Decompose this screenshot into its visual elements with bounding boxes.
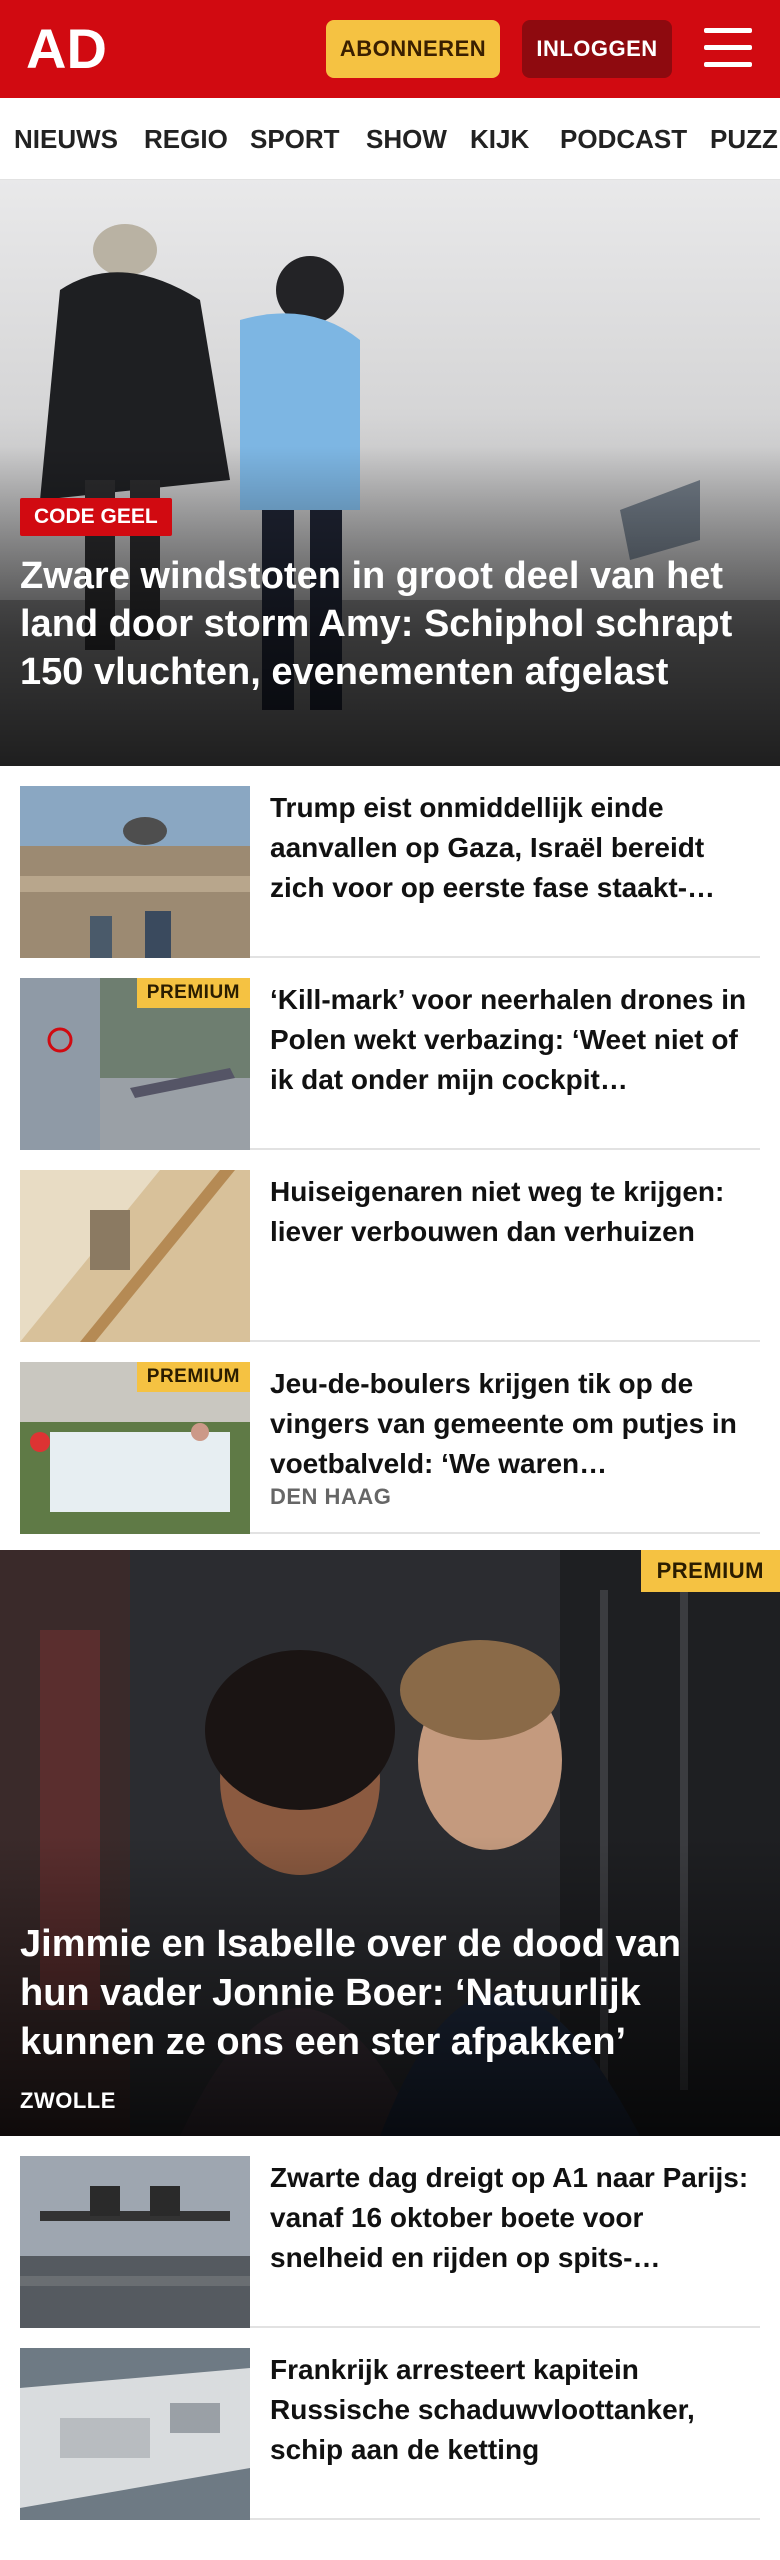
feature-title[interactable]: Jimmie en Isabelle over de dood van hun … bbox=[20, 1920, 760, 2067]
hamburger-menu-icon[interactable] bbox=[700, 24, 756, 72]
article-title[interactable]: Zwarte dag dreigt op A1 naar Parijs: van… bbox=[270, 2158, 760, 2278]
article-title[interactable]: ‘Kill-mark’ voor neerhalen drones in Pol… bbox=[270, 980, 760, 1100]
hero-article[interactable]: CODE GEEL Zware windstoten in groot deel… bbox=[0, 180, 780, 766]
list-item[interactable]: Huiseigenaren niet weg te krijgen: lieve… bbox=[20, 1150, 760, 1342]
feature-location: ZWOLLE bbox=[20, 2088, 116, 2113]
nav-item-podcast[interactable]: PODCAST bbox=[560, 124, 687, 155]
list-item[interactable]: Frankrijk arresteert kapitein Russische … bbox=[20, 2328, 760, 2520]
article-location: DEN HAAG bbox=[270, 1484, 392, 1509]
code-geel-tag: CODE GEEL bbox=[20, 498, 172, 536]
list-item[interactable]: PREMIUM Jeu-de-boulers krijgen tik op de… bbox=[20, 1342, 760, 1534]
top-header: AD ABONNEREN INLOGGEN bbox=[0, 0, 780, 98]
article-thumbnail: PREMIUM bbox=[20, 1362, 250, 1534]
subscribe-button[interactable]: ABONNEREN bbox=[326, 20, 500, 78]
article-thumbnail bbox=[20, 1170, 250, 1342]
nav-item-sport[interactable]: SPORT bbox=[250, 124, 340, 155]
article-title[interactable]: Jeu-de-boulers krijgen tik op de vingers… bbox=[270, 1364, 760, 1484]
list-item[interactable]: PREMIUM ‘Kill-mark’ voor neerhalen drone… bbox=[20, 958, 760, 1150]
article-title[interactable]: Huiseigenaren niet weg te krijgen: lieve… bbox=[270, 1172, 760, 1252]
article-title[interactable]: Trump eist onmiddellijk einde aanvallen … bbox=[270, 788, 760, 908]
logo-text: AD bbox=[26, 18, 107, 78]
premium-badge: PREMIUM bbox=[136, 1362, 250, 1392]
nav-item-kijk[interactable]: KIJK bbox=[470, 124, 529, 155]
list-item[interactable]: Trump eist onmiddellijk einde aanvallen … bbox=[20, 766, 760, 958]
article-thumbnail: PREMIUM bbox=[20, 978, 250, 1150]
nav-item-puzzel[interactable]: PUZZ bbox=[710, 124, 778, 155]
premium-badge: PREMIUM bbox=[640, 1550, 780, 1592]
article-title[interactable]: Frankrijk arresteert kapitein Russische … bbox=[270, 2350, 760, 2470]
nav-item-regio[interactable]: REGIO bbox=[144, 124, 228, 155]
article-thumbnail bbox=[20, 2156, 250, 2328]
nav-item-show[interactable]: SHOW bbox=[366, 124, 447, 155]
premium-badge: PREMIUM bbox=[136, 978, 250, 1008]
login-button[interactable]: INLOGGEN bbox=[522, 20, 672, 78]
list-item[interactable]: Zwarte dag dreigt op A1 naar Parijs: van… bbox=[20, 2136, 760, 2328]
article-thumbnail bbox=[20, 786, 250, 958]
article-thumbnail bbox=[20, 2348, 250, 2520]
hero-title[interactable]: Zware windstoten in groot deel van het l… bbox=[20, 552, 760, 696]
ad-logo[interactable]: AD bbox=[26, 17, 118, 80]
feature-article[interactable]: PREMIUM Jimmie en Isabelle over de dood … bbox=[0, 1550, 780, 2136]
nav-item-nieuws[interactable]: NIEUWS bbox=[14, 124, 118, 155]
section-nav: NIEUWS REGIO SPORT SHOW KIJK PODCAST PUZ… bbox=[0, 98, 780, 180]
